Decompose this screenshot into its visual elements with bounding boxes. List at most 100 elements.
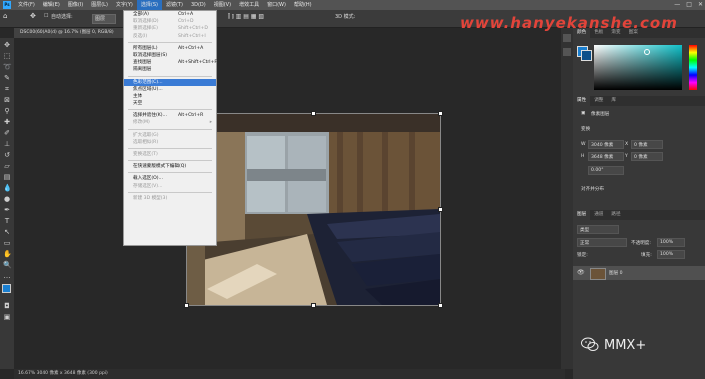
history-brush-icon[interactable]: ↺ bbox=[3, 151, 11, 159]
menu-6[interactable]: 滤镜(T) bbox=[162, 0, 187, 10]
hue-slider[interactable] bbox=[689, 45, 697, 90]
transform-handle-tr[interactable] bbox=[438, 111, 443, 116]
move-tool-icon[interactable]: ✥ bbox=[30, 12, 36, 20]
menu-4[interactable]: 文字(Y) bbox=[112, 0, 137, 10]
healing-brush-icon[interactable]: ✚ bbox=[3, 118, 11, 126]
transform-handle-tm[interactable] bbox=[311, 111, 316, 116]
menu-0[interactable]: 文件(F) bbox=[14, 0, 39, 10]
color-swatches[interactable] bbox=[2, 284, 15, 298]
path-select-icon[interactable]: ↖ bbox=[3, 228, 11, 236]
clone-stamp-icon[interactable]: ⊥ bbox=[3, 140, 11, 148]
select-menu-item[interactable]: 载入选区(O)... bbox=[124, 175, 216, 182]
height-field[interactable]: 3648 像素 bbox=[588, 152, 624, 161]
panel-tab[interactable]: 路径 bbox=[607, 210, 624, 220]
document-image[interactable] bbox=[186, 113, 441, 306]
menu-7[interactable]: 3D(D) bbox=[187, 0, 210, 10]
panel-tab[interactable]: 通道 bbox=[590, 210, 607, 220]
menu-10[interactable]: 窗口(W) bbox=[263, 0, 290, 10]
marquee-icon[interactable]: ⬚ bbox=[3, 52, 11, 60]
panel-tab[interactable]: 库 bbox=[607, 96, 620, 106]
select-menu-item[interactable]: 所有图层(L) Alt+Ctrl+A bbox=[124, 45, 216, 52]
select-menu-item[interactable]: 修改(M) ▸ bbox=[124, 119, 216, 126]
zoom-icon[interactable]: 🔍 bbox=[3, 261, 12, 269]
maximize-icon[interactable]: □ bbox=[686, 0, 692, 10]
quick-select-icon[interactable]: ✎ bbox=[3, 74, 11, 82]
blend-mode-select[interactable]: 正常 bbox=[577, 238, 627, 247]
menu-8[interactable]: 视图(V) bbox=[210, 0, 235, 10]
more-tools-icon[interactable]: … bbox=[3, 272, 11, 280]
3d-panel-icon[interactable] bbox=[563, 48, 571, 56]
select-menu-item[interactable]: 隔离图层 bbox=[124, 66, 216, 73]
panel-tab[interactable]: 图层 bbox=[573, 210, 591, 220]
select-menu-item[interactable]: 选择并遮住(K)... Alt+Ctrl+R bbox=[124, 112, 216, 119]
visibility-eye-icon[interactable]: 👁 bbox=[577, 269, 585, 276]
layer-row[interactable]: 👁 图层 0 bbox=[573, 266, 705, 280]
layer-kind-filter[interactable]: 类型 bbox=[577, 225, 619, 234]
color-picker-field[interactable] bbox=[594, 45, 682, 90]
history-panel-icon[interactable] bbox=[563, 34, 571, 42]
panel-tab[interactable]: 调整 bbox=[590, 96, 607, 106]
fill-field[interactable]: 100% bbox=[657, 250, 685, 259]
select-menu-item[interactable]: 焦点区域(U)... bbox=[124, 86, 216, 93]
menu-3[interactable]: 图层(L) bbox=[87, 0, 112, 10]
home-icon[interactable]: ⌂ bbox=[3, 12, 7, 20]
angle-field[interactable]: 0.00° bbox=[588, 166, 624, 175]
select-menu-item[interactable]: 选取相似(R) bbox=[124, 139, 216, 146]
auto-select-dropdown[interactable]: 图层 bbox=[92, 14, 116, 24]
select-menu-item[interactable]: 变换选区(T) bbox=[124, 151, 216, 158]
menu-1[interactable]: 编辑(E) bbox=[39, 0, 64, 10]
select-menu-item[interactable]: 色彩范围(C)... bbox=[124, 78, 216, 86]
panel-tab[interactable]: 渐变 bbox=[607, 28, 624, 38]
panel-tab[interactable]: 属性 bbox=[573, 96, 591, 106]
move-icon[interactable]: ✥ bbox=[3, 41, 11, 49]
transform-handle-mr[interactable] bbox=[438, 207, 443, 212]
select-menu-item[interactable]: 取消选择(D) Ctrl+D bbox=[124, 18, 216, 25]
select-menu-item[interactable]: 主体 bbox=[124, 93, 216, 100]
select-menu-item[interactable]: 扩大选取(G) bbox=[124, 132, 216, 139]
bg-swatch[interactable] bbox=[581, 50, 592, 61]
transform-handle-bm[interactable] bbox=[311, 303, 316, 308]
dodge-icon[interactable]: ● bbox=[3, 195, 11, 203]
select-menu-item[interactable]: 重新选择(E) Shift+Ctrl+D bbox=[124, 25, 216, 32]
foreground-color[interactable] bbox=[2, 284, 11, 293]
transform-handle-bl[interactable] bbox=[184, 303, 189, 308]
select-menu-item[interactable]: 取消选择图层(S) bbox=[124, 52, 216, 59]
align-icons[interactable]: ⫿ ⫾ ▥ ▤ ▦ ▧ bbox=[228, 13, 264, 21]
document-tab[interactable]: DSC00(60)A0(d) @ 16.7% (图层 0, RGB/8) bbox=[14, 28, 135, 38]
frame-icon[interactable]: ⊠ bbox=[3, 96, 11, 104]
pen-icon[interactable]: ✒ bbox=[3, 206, 11, 214]
select-menu-item[interactable]: 查找图层 Alt+Shift+Ctrl+F bbox=[124, 59, 217, 66]
panel-tab[interactable]: 图案 bbox=[625, 28, 642, 38]
transform-handle-br[interactable] bbox=[438, 303, 443, 308]
blur-icon[interactable]: 💧 bbox=[3, 184, 12, 192]
quick-mask-icon[interactable]: ◘ bbox=[3, 302, 11, 310]
menu-9[interactable]: 增效工具 bbox=[235, 0, 263, 10]
x-field[interactable]: 0 像素 bbox=[631, 140, 663, 149]
menu-2[interactable]: 图像(I) bbox=[64, 0, 87, 10]
close-icon[interactable]: ✕ bbox=[698, 0, 703, 10]
auto-select-checkbox[interactable]: ☐ bbox=[44, 13, 48, 19]
menu-11[interactable]: 帮助(H) bbox=[290, 0, 316, 10]
select-menu-item[interactable]: 全部(A) Ctrl+A bbox=[124, 11, 216, 18]
panel-tab[interactable]: 色板 bbox=[590, 28, 607, 38]
eyedropper-icon[interactable]: ⚲ bbox=[3, 107, 11, 115]
select-menu-item[interactable]: 反选(I) Shift+Ctrl+I bbox=[124, 33, 216, 40]
width-field[interactable]: 3040 像素 bbox=[588, 140, 624, 149]
select-menu-item[interactable]: 新建 3D 模型(3) bbox=[124, 195, 216, 202]
lasso-icon[interactable]: ➰ bbox=[3, 63, 12, 71]
menu-5[interactable]: 选择(S) bbox=[136, 0, 162, 10]
hand-icon[interactable]: ✋ bbox=[3, 250, 12, 258]
select-menu-item[interactable]: 在快速蒙版模式下编辑(Q) bbox=[124, 163, 216, 170]
gradient-icon[interactable]: ▤ bbox=[3, 173, 11, 181]
eraser-icon[interactable]: ▱ bbox=[3, 162, 11, 170]
y-field[interactable]: 0 像素 bbox=[631, 152, 663, 161]
select-menu-item[interactable]: 存储选区(V)... bbox=[124, 183, 216, 190]
opacity-field[interactable]: 100% bbox=[657, 238, 685, 247]
screen-mode-icon[interactable]: ▣ bbox=[3, 313, 11, 321]
type-icon[interactable]: T bbox=[3, 217, 11, 225]
rectangle-icon[interactable]: ▭ bbox=[3, 239, 11, 247]
crop-icon[interactable]: ⌗ bbox=[3, 85, 11, 93]
panel-tab[interactable]: 颜色 bbox=[573, 28, 591, 38]
select-menu-item[interactable]: 天空 bbox=[124, 100, 216, 107]
color-picker-cursor[interactable] bbox=[644, 49, 650, 55]
